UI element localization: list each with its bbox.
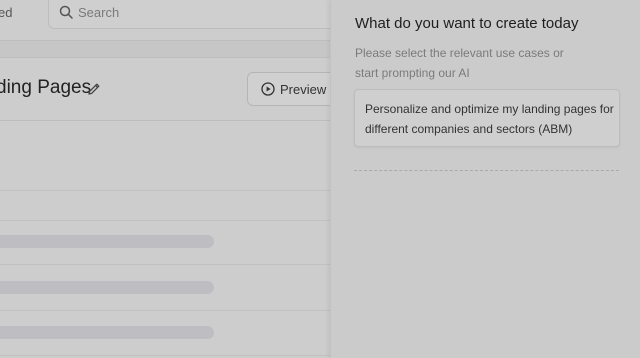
top-bar: ed Search: [0, 0, 350, 41]
divider: [0, 264, 330, 265]
search-placeholder: Search: [78, 5, 120, 20]
divider: [0, 190, 330, 191]
page-title: ding Pages: [0, 77, 92, 98]
play-circle-icon: [261, 82, 275, 96]
panel-title: What do you want to create today: [355, 15, 579, 32]
preview-button-label: Preview: [280, 82, 327, 97]
create-panel: What do you want to create today Please …: [330, 0, 640, 358]
use-case-option[interactable]: Personalize and optimize my landing page…: [354, 89, 620, 147]
pencil-icon[interactable]: [87, 82, 101, 96]
search-input[interactable]: Search: [48, 0, 350, 29]
use-case-label: Personalize and optimize my landing page…: [365, 102, 614, 136]
dotted-divider: [354, 170, 619, 171]
panel-subtitle: Please select the relevant use cases or …: [355, 46, 564, 80]
divider: [0, 220, 330, 221]
divider: [0, 310, 330, 311]
search-icon: [59, 5, 73, 19]
skeleton-row: [0, 326, 214, 339]
background-app: ed Search ding Pages Preview: [0, 0, 350, 358]
divider: [0, 355, 330, 356]
page-header: ding Pages Preview: [0, 58, 349, 121]
nav-item-truncated[interactable]: ed: [0, 5, 12, 20]
skeleton-row: [0, 235, 214, 248]
skeleton-row: [0, 281, 214, 294]
sub-header-band: [0, 41, 330, 58]
